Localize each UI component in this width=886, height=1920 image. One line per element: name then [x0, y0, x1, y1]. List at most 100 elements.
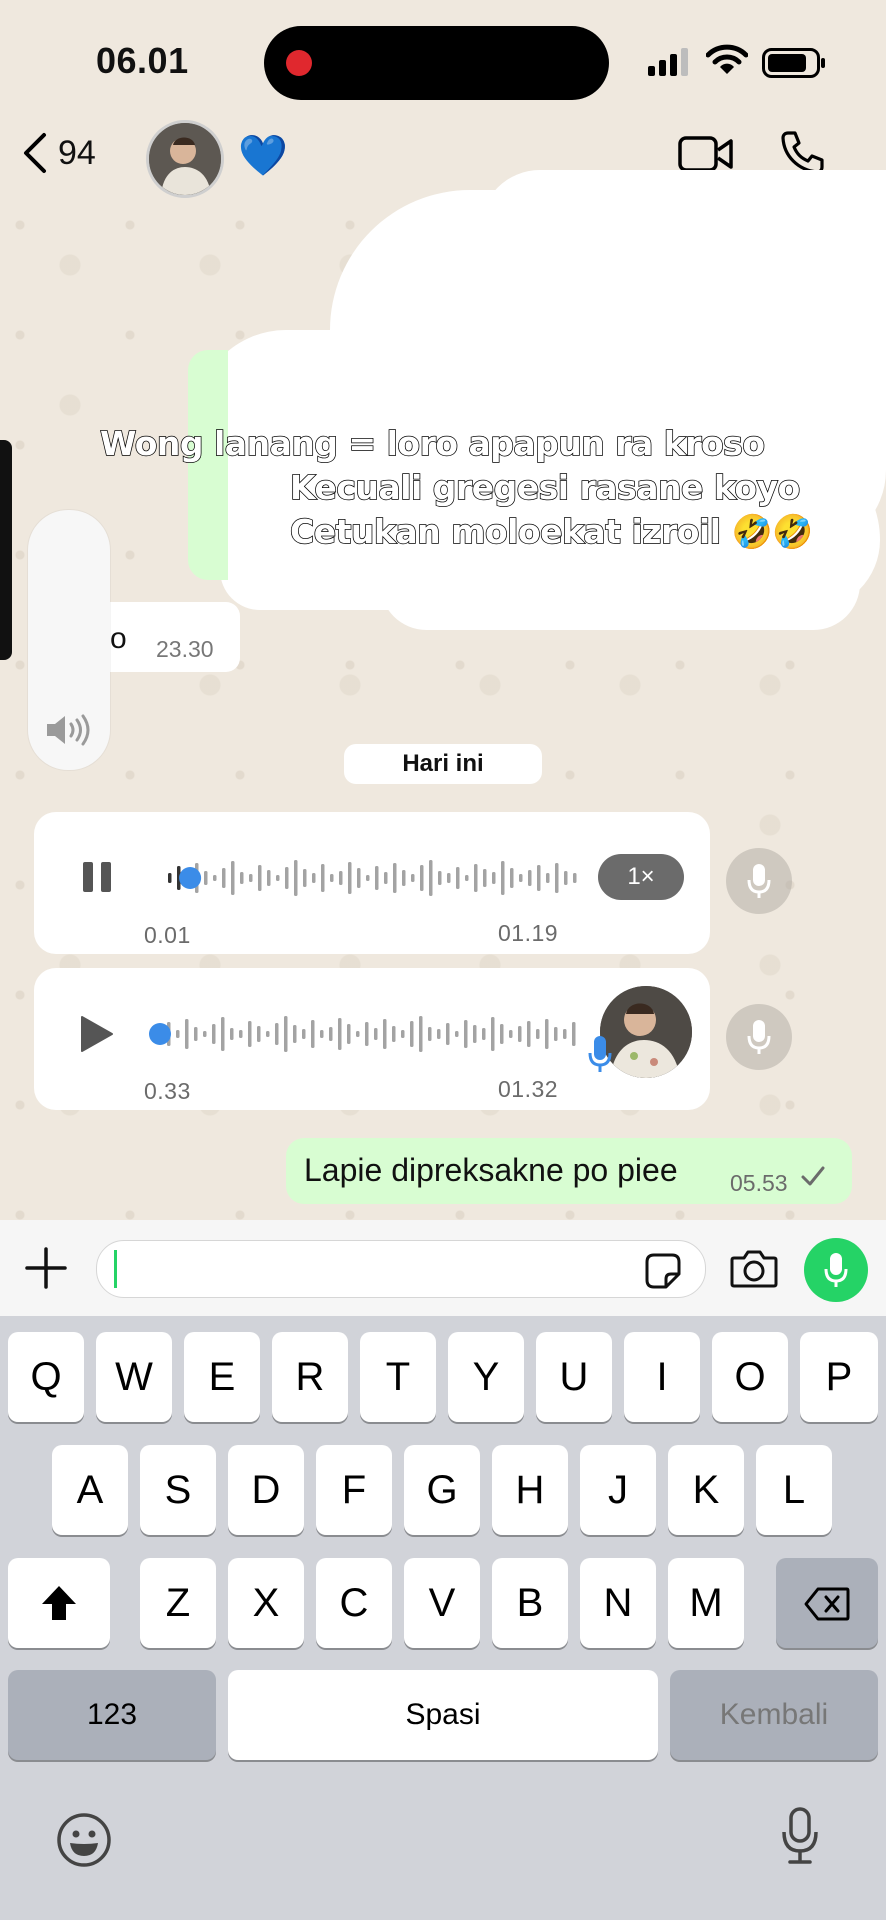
- waveform-bar: [258, 865, 262, 891]
- waveform-bar: [464, 1020, 468, 1048]
- playback-speed-button[interactable]: 1×: [598, 854, 684, 900]
- waveform-bar: [275, 1023, 279, 1045]
- return-key[interactable]: Kembali: [670, 1670, 878, 1760]
- waveform-bar: [491, 1017, 495, 1051]
- key-u[interactable]: U: [536, 1332, 612, 1422]
- waveform-bar: [537, 865, 541, 891]
- waveform-bar: [347, 1024, 351, 1044]
- key-p[interactable]: P: [800, 1332, 878, 1422]
- mic-icon: [747, 1020, 771, 1054]
- waveform-bar: [438, 871, 442, 885]
- key-l[interactable]: L: [756, 1445, 832, 1535]
- contact-avatar[interactable]: [146, 120, 224, 198]
- contact-name-emoji: 💙: [238, 134, 288, 178]
- waveform-bar: [483, 869, 487, 887]
- waveform-bar: [276, 875, 280, 881]
- attach-plus-icon[interactable]: [24, 1246, 68, 1290]
- waveform-bar: [384, 872, 388, 884]
- waveform-bar: [194, 1027, 198, 1041]
- key-i[interactable]: I: [624, 1332, 700, 1422]
- waveform-bar: [563, 1029, 567, 1039]
- key-g[interactable]: G: [404, 1445, 480, 1535]
- key-a[interactable]: A: [52, 1445, 128, 1535]
- back-button[interactable]: 94: [22, 132, 96, 174]
- waveform-bar: [402, 870, 406, 886]
- waveform-bar: [420, 865, 424, 891]
- voice-waveform[interactable]: [144, 1006, 594, 1062]
- video-call-icon[interactable]: [678, 134, 734, 174]
- key-k[interactable]: K: [668, 1445, 744, 1535]
- text-caret: [114, 1250, 117, 1288]
- key-s[interactable]: S: [140, 1445, 216, 1535]
- waveform-bar: [231, 861, 235, 895]
- voice-waveform[interactable]: [154, 850, 594, 906]
- key-b[interactable]: B: [492, 1558, 568, 1648]
- waveform-bar: [419, 1016, 423, 1052]
- key-r[interactable]: R: [272, 1332, 348, 1422]
- key-m[interactable]: M: [668, 1558, 744, 1648]
- shift-arrow-icon: [42, 1586, 76, 1620]
- waveform-bar: [455, 1031, 459, 1037]
- key-d[interactable]: D: [228, 1445, 304, 1535]
- key-o[interactable]: O: [712, 1332, 788, 1422]
- key-w[interactable]: W: [96, 1332, 172, 1422]
- mic-icon: [824, 1253, 848, 1287]
- waveform-bar: [474, 864, 478, 892]
- key-q[interactable]: Q: [8, 1332, 84, 1422]
- waveform-bar: [239, 1030, 243, 1038]
- shift-key[interactable]: [8, 1558, 110, 1648]
- waveform-bar: [329, 1027, 333, 1041]
- waveform-bar: [257, 1026, 261, 1042]
- voice-forward-button[interactable]: [726, 1004, 792, 1070]
- space-key[interactable]: Spasi: [228, 1670, 658, 1760]
- waveform-bar: [509, 1030, 513, 1038]
- waveform-bar: [293, 1025, 297, 1043]
- voice-forward-button[interactable]: [726, 848, 792, 914]
- key-v[interactable]: V: [404, 1558, 480, 1648]
- key-h[interactable]: H: [492, 1445, 568, 1535]
- phone-call-icon[interactable]: [780, 130, 824, 174]
- waveform-bar: [465, 875, 469, 881]
- waveform-bar: [456, 867, 460, 889]
- sticker-icon[interactable]: [644, 1252, 682, 1290]
- waveform-bar: [572, 1022, 576, 1046]
- play-icon[interactable]: [78, 1014, 114, 1054]
- camera-icon[interactable]: [730, 1248, 778, 1288]
- waveform-bar: [222, 868, 226, 888]
- backspace-key[interactable]: [776, 1558, 878, 1648]
- key-n[interactable]: N: [580, 1558, 656, 1648]
- waveform-bar: [375, 866, 379, 890]
- message-text: o: [110, 622, 127, 655]
- message-time: 23.30: [156, 636, 214, 662]
- message-input[interactable]: [96, 1240, 706, 1298]
- waveform-bar: [401, 1030, 405, 1038]
- dictation-mic-icon[interactable]: [780, 1806, 820, 1866]
- key-t[interactable]: T: [360, 1332, 436, 1422]
- waveform-bar: [320, 1030, 324, 1038]
- key-z[interactable]: Z: [140, 1558, 216, 1648]
- waveform-bar: [393, 863, 397, 893]
- waveform-bar: [411, 874, 415, 882]
- waveform-bar: [213, 875, 217, 881]
- pause-icon[interactable]: [80, 860, 114, 894]
- overlay-caption-line: Cetukan moloekat izroil 🤣🤣: [289, 511, 814, 552]
- waveform-bar: [267, 870, 271, 886]
- emoji-keyboard-icon[interactable]: [56, 1812, 112, 1868]
- key-c[interactable]: C: [316, 1558, 392, 1648]
- key-y[interactable]: Y: [448, 1332, 524, 1422]
- waveform-bar: [356, 1031, 360, 1037]
- key-j[interactable]: J: [580, 1445, 656, 1535]
- waveform-bar: [519, 874, 523, 882]
- numbers-key[interactable]: 123: [8, 1670, 216, 1760]
- key-x[interactable]: X: [228, 1558, 304, 1648]
- record-voice-button[interactable]: [804, 1238, 868, 1302]
- key-e[interactable]: E: [184, 1332, 260, 1422]
- waveform-bar: [555, 863, 559, 893]
- wifi-icon: [706, 44, 748, 74]
- waveform-bar: [554, 1027, 558, 1041]
- key-f[interactable]: F: [316, 1445, 392, 1535]
- waveform-bar: [203, 1031, 207, 1037]
- voice-duration: 01.32: [498, 1076, 559, 1102]
- avatar-photo: [149, 123, 221, 195]
- back-chevron-icon: [24, 133, 46, 173]
